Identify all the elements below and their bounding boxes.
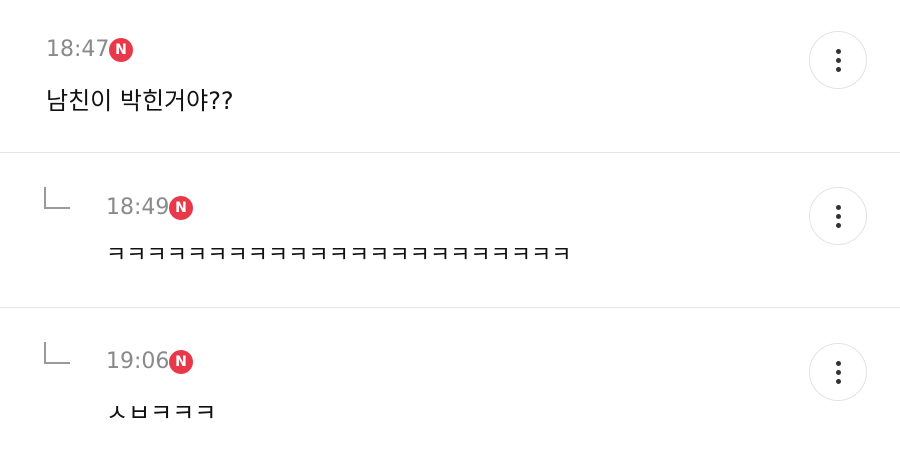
reply-arrow-icon — [44, 342, 70, 364]
reply-comment-item: 18:49 N ㅋㅋㅋㅋㅋㅋㅋㅋㅋㅋㅋㅋㅋㅋㅋㅋㅋㅋㅋㅋㅋㅋㅋ — [0, 153, 900, 307]
more-options-button[interactable] — [809, 343, 867, 401]
comment-time: 18:49 — [106, 195, 170, 220]
more-options-button[interactable] — [809, 31, 867, 89]
more-options-button[interactable] — [809, 187, 867, 245]
new-badge: N — [109, 38, 133, 62]
comment-text: ㅋㅋㅋㅋㅋㅋㅋㅋㅋㅋㅋㅋㅋㅋㅋㅋㅋㅋㅋㅋㅋㅋㅋ — [106, 243, 572, 268]
new-badge: N — [169, 196, 193, 220]
new-badge: N — [169, 350, 193, 374]
comment-item: 18:47 N 남친이 박힌거야?? — [0, 0, 900, 152]
comment-text: ㅅㅂㅋㅋㅋ — [106, 399, 217, 427]
comment-time: 18:47 — [46, 37, 110, 62]
comment-text: 남친이 박힌거야?? — [46, 87, 234, 115]
comment-time: 19:06 — [106, 349, 170, 374]
reply-comment-item: 19:06 N ㅅㅂㅋㅋㅋ — [0, 308, 900, 459]
reply-arrow-icon — [44, 187, 70, 209]
